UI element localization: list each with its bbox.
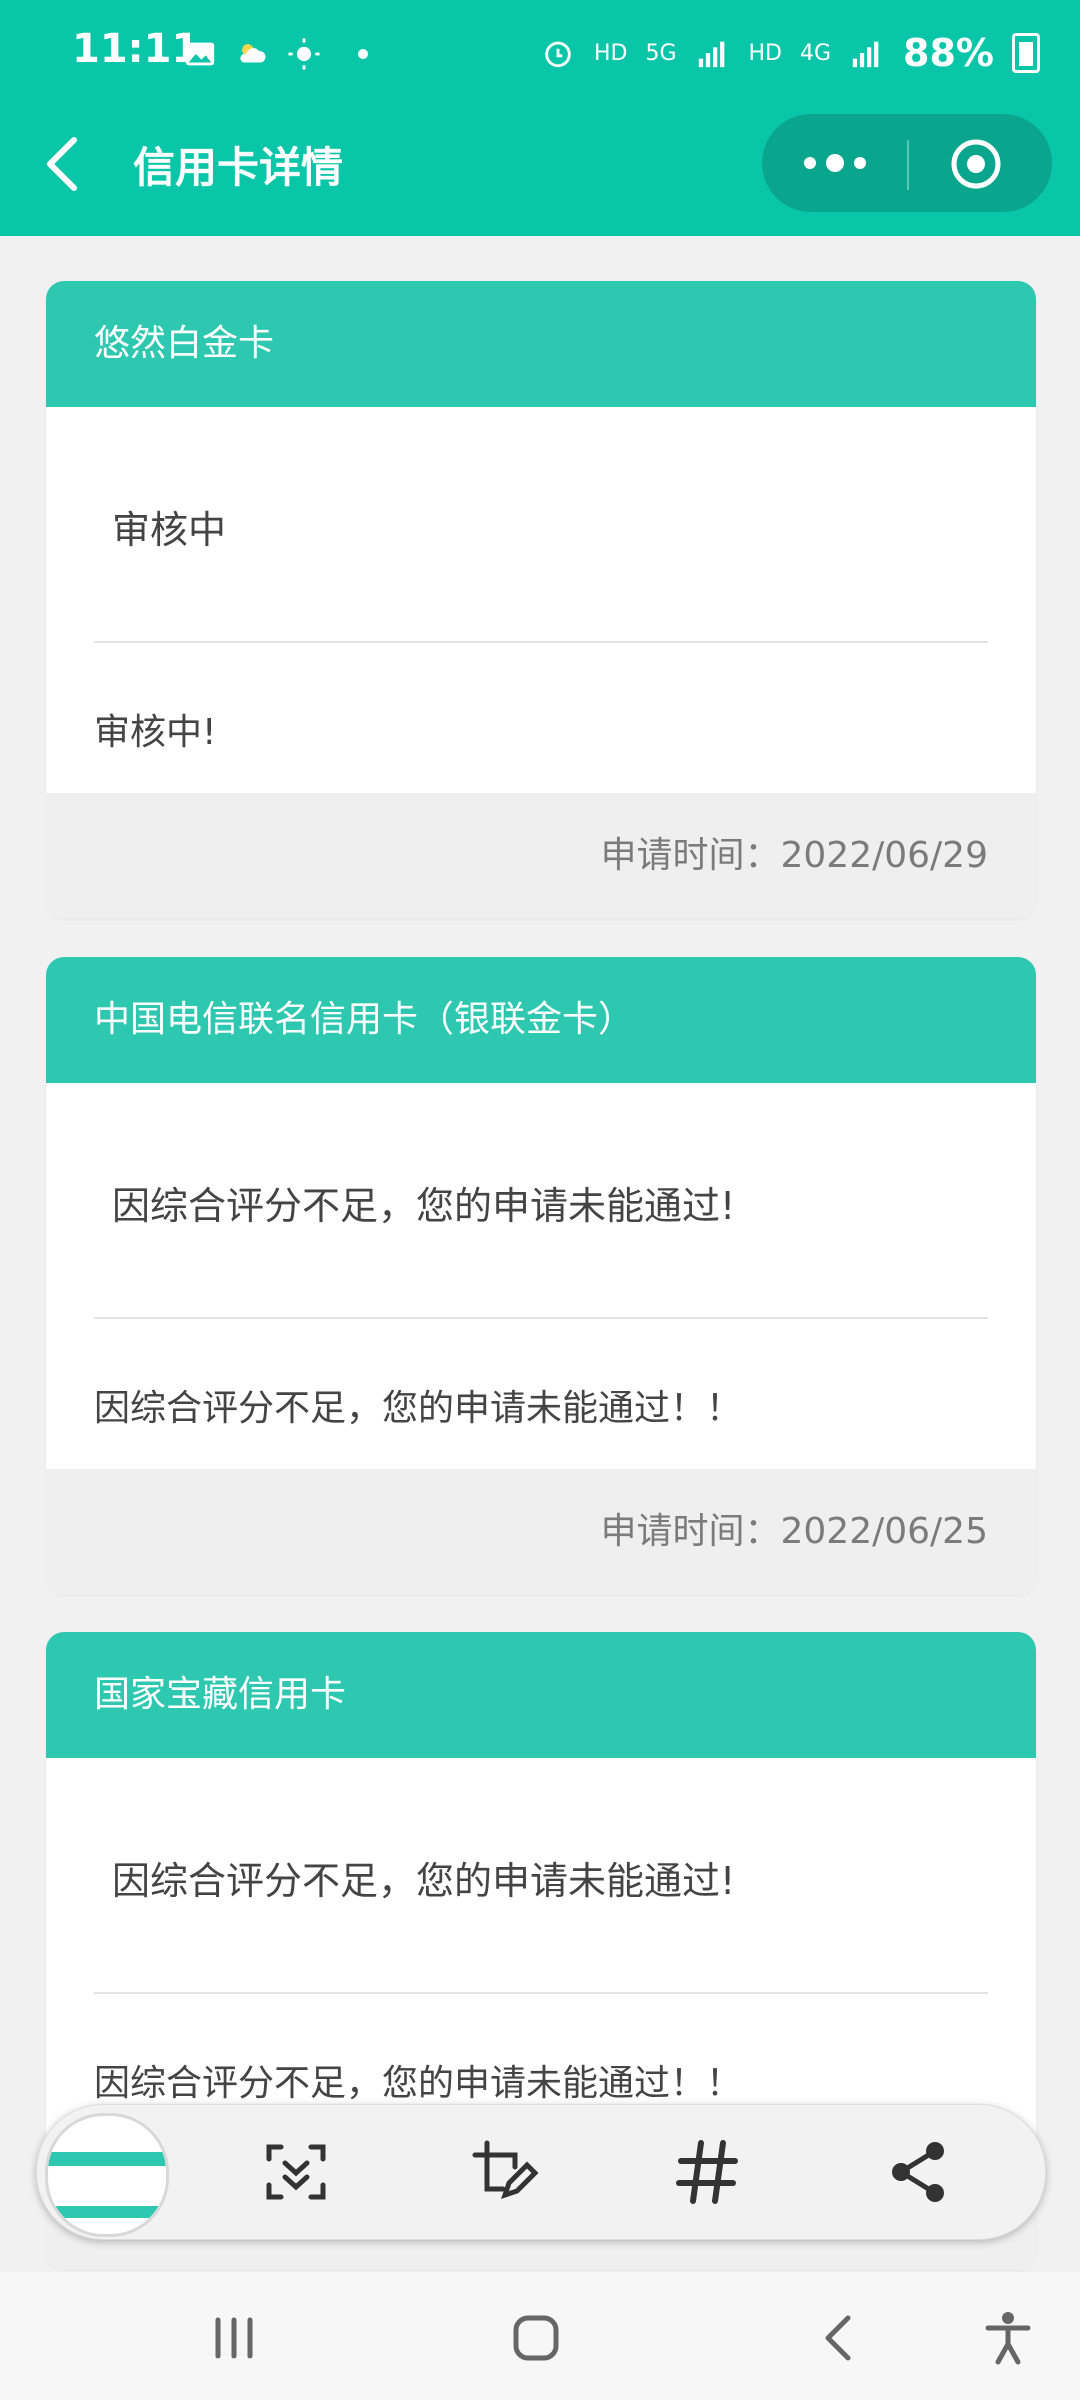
notification-dot	[358, 49, 368, 59]
card-status: 因综合评分不足，您的申请未能通过!	[112, 1184, 736, 1228]
back-icon[interactable]	[808, 2308, 868, 2368]
status-time: 11:11	[72, 26, 200, 72]
miniapp-capsule	[762, 114, 1052, 212]
card-name: 悠然白金卡	[46, 281, 1036, 407]
card-reason: 因综合评分不足，您的申请未能通过！！	[94, 1388, 743, 1429]
hd-label-1: HD	[593, 40, 628, 66]
signal-icon-2	[852, 41, 879, 68]
weather-partly-sunny-icon	[240, 44, 266, 63]
card-reason: 因综合评分不足，您的申请未能通过！！	[94, 2063, 743, 2104]
more-dots-icon[interactable]	[800, 148, 870, 178]
credit-card-item[interactable]: 悠然白金卡 审核中 审核中! 申请时间：2022/06/29	[46, 281, 1036, 919]
header: 信用卡详情	[0, 104, 1080, 236]
scan-icon[interactable]	[261, 2137, 331, 2207]
card-apply-time: 申请时间：2022/06/29	[46, 793, 1036, 919]
divider	[94, 1992, 988, 1994]
card-body: 因综合评分不足，您的申请未能通过!	[46, 1083, 1036, 1333]
thumbnail-bar	[48, 2152, 166, 2166]
screenshot-toolbar	[36, 2104, 1046, 2240]
recent-apps-icon[interactable]	[204, 2308, 264, 2368]
divider	[94, 641, 988, 643]
gallery-icon	[185, 42, 215, 66]
status-icons-right: HD 5G HD 4G 88%	[540, 28, 1040, 78]
4g-label: 4G	[799, 40, 832, 66]
hashtag-icon[interactable]	[673, 2137, 743, 2207]
chevron-left-icon[interactable]	[40, 134, 90, 194]
5g-label: 5G	[645, 40, 677, 66]
home-icon[interactable]	[506, 2308, 566, 2368]
screenshot-thumbnail[interactable]	[45, 2113, 169, 2237]
card-reason: 审核中!	[94, 712, 217, 753]
credit-card-item[interactable]: 中国电信联名信用卡（银联金卡） 因综合评分不足，您的申请未能通过! 因综合评分不…	[46, 957, 1036, 1595]
card-apply-time: 申请时间：2022/06/25	[46, 1469, 1036, 1595]
share-icon[interactable]	[883, 2137, 953, 2207]
thumbnail-bar	[48, 2206, 166, 2218]
status-icons-left	[182, 34, 368, 74]
accessibility-icon[interactable]	[978, 2308, 1038, 2368]
card-status: 因综合评分不足，您的申请未能通过!	[112, 1859, 736, 1903]
capsule-divider	[907, 140, 909, 190]
battery-percent: 88%	[903, 31, 994, 75]
card-reason-section: 审核中!	[46, 657, 1036, 793]
signal-icon	[698, 41, 724, 68]
card-body: 审核中	[46, 407, 1036, 657]
card-reason-section: 因综合评分不足，您的申请未能通过！！	[46, 1333, 1036, 1469]
card-name: 国家宝藏信用卡	[46, 1632, 1036, 1758]
sun-icon	[288, 38, 320, 70]
card-name: 中国电信联名信用卡（银联金卡）	[46, 957, 1036, 1083]
status-bar: 11:11 HD 5G HD 4G 88%	[0, 0, 1080, 104]
card-body: 因综合评分不足，您的申请未能通过!	[46, 1758, 1036, 2008]
page-title: 信用卡详情	[133, 143, 344, 192]
target-icon[interactable]	[950, 138, 1002, 190]
alarm-icon	[545, 41, 571, 68]
crop-edit-icon[interactable]	[469, 2137, 539, 2207]
hd-label-2: HD	[748, 40, 782, 66]
top-bar: 11:11 HD 5G HD 4G 88% 信用卡详情	[0, 0, 1080, 236]
card-status: 审核中	[112, 508, 227, 552]
divider	[94, 1317, 988, 1319]
system-navigation-bar	[0, 2272, 1080, 2400]
battery-icon	[1012, 33, 1040, 73]
